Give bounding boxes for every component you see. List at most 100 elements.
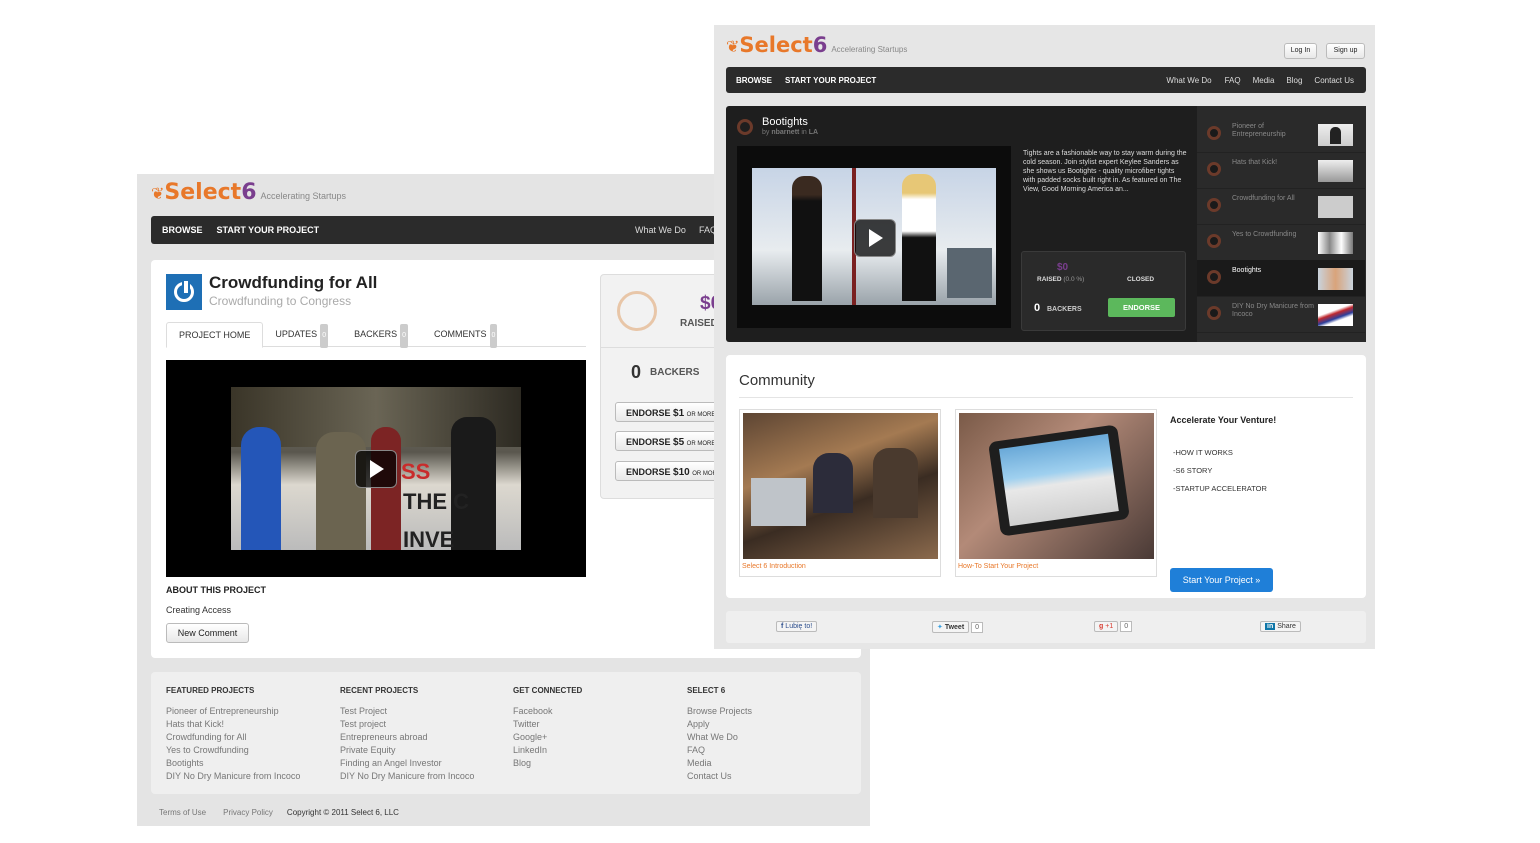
- featured-video[interactable]: [737, 146, 1011, 328]
- footer-link[interactable]: Google+: [513, 731, 582, 744]
- intro-video-card[interactable]: Select 6 Introduction: [739, 409, 941, 577]
- select6-logo[interactable]: ❦ Select 6 Accelerating Startups: [151, 180, 346, 205]
- footer-link[interactable]: Test Project: [340, 705, 474, 718]
- footer-link[interactable]: Finding an Angel Investor: [340, 757, 474, 770]
- community-panel: Community Select 6 Introduction How-To S…: [726, 355, 1366, 598]
- progress-ring: [737, 119, 753, 135]
- side-project-item[interactable]: Hats that Kick!: [1197, 152, 1365, 189]
- nav-faq[interactable]: FAQ: [1225, 76, 1241, 85]
- footer-link[interactable]: Media: [687, 757, 752, 770]
- featured-title[interactable]: Bootights: [762, 116, 808, 128]
- logo-text: Select: [739, 33, 813, 57]
- footer-link[interactable]: Private Equity: [340, 744, 474, 757]
- raised-label: RAISED: [1037, 276, 1062, 283]
- tweet-button[interactable]: ✦ Tweet: [932, 621, 970, 633]
- new-comment-button[interactable]: New Comment: [166, 623, 249, 643]
- privacy-link[interactable]: Privacy Policy: [223, 808, 273, 817]
- progress-ring: [1207, 162, 1221, 176]
- project-video[interactable]: SS THE C INVE: [166, 360, 586, 577]
- endorse-button[interactable]: ENDORSE: [1108, 298, 1175, 317]
- side-project-title: Yes to Crowdfunding: [1232, 231, 1297, 238]
- byline-location[interactable]: LA: [809, 129, 818, 136]
- footer-link[interactable]: FAQ: [687, 744, 752, 757]
- logo-text: Select: [164, 180, 242, 205]
- nav-start-project[interactable]: START YOUR PROJECT: [217, 225, 320, 235]
- tweet-widget[interactable]: ✦ Tweet 0: [932, 621, 984, 635]
- video-person: [873, 448, 918, 518]
- backers-label: BACKERS: [650, 367, 700, 378]
- footer-link[interactable]: Yes to Crowdfunding: [166, 744, 300, 757]
- s6-story-link[interactable]: -S6 STORY: [1173, 462, 1267, 480]
- linkedin-share-button[interactable]: in Share: [1260, 621, 1301, 632]
- wing-icon: ❦: [726, 37, 740, 56]
- tab-backers[interactable]: BACKERS 0: [340, 322, 420, 348]
- nav-browse[interactable]: BROWSE: [162, 225, 203, 235]
- footer-link[interactable]: Test project: [340, 718, 474, 731]
- footer-link[interactable]: Browse Projects: [687, 705, 752, 718]
- footer-get-connected: GET CONNECTED Facebook Twitter Google+ L…: [513, 686, 582, 770]
- linkedin-share[interactable]: in Share: [1260, 621, 1301, 635]
- startup-accelerator-link[interactable]: -STARTUP ACCELERATOR: [1173, 480, 1267, 498]
- footer-link[interactable]: What We Do: [687, 731, 752, 744]
- footer-heading: GET CONNECTED: [513, 686, 583, 695]
- select6-logo[interactable]: ❦ Select 6 Accelerating Startups: [726, 33, 907, 57]
- nav-browse[interactable]: BROWSE: [736, 76, 772, 85]
- byline-user[interactable]: nbarnett: [771, 129, 799, 136]
- side-project-item[interactable]: Yes to Crowdfunding: [1197, 224, 1365, 261]
- footer-link[interactable]: Hats that Kick!: [166, 718, 300, 731]
- footer-link[interactable]: Crowdfunding for All: [166, 731, 300, 744]
- nav-contact-us[interactable]: Contact Us: [1314, 76, 1354, 85]
- tab-updates[interactable]: UPDATES 0: [263, 322, 340, 348]
- side-project-thumbnail: [1318, 196, 1353, 218]
- start-project-button[interactable]: Start Your Project »: [1170, 568, 1273, 592]
- login-button[interactable]: Log In: [1284, 43, 1317, 59]
- tablet-screen: [999, 433, 1119, 527]
- side-project-item[interactable]: Crowdfunding for All: [1197, 188, 1365, 225]
- video-model-2: [902, 174, 936, 301]
- play-icon[interactable]: [355, 450, 397, 488]
- howto-video-caption[interactable]: How-To Start Your Project: [958, 563, 1038, 570]
- footer-link[interactable]: Twitter: [513, 718, 582, 731]
- nav-what-we-do[interactable]: What We Do: [635, 225, 686, 235]
- endorse-label: ENDORSE: [626, 467, 671, 477]
- play-icon[interactable]: [854, 219, 896, 257]
- facebook-like-button[interactable]: f Lubię to!: [776, 621, 818, 632]
- footer-link[interactable]: Apply: [687, 718, 752, 731]
- tab-count: 0: [400, 324, 409, 348]
- howto-video-card[interactable]: How-To Start Your Project: [955, 409, 1157, 577]
- tab-count: 0: [320, 324, 329, 348]
- intro-video-caption[interactable]: Select 6 Introduction: [742, 563, 806, 570]
- side-project-item[interactable]: DIY No Dry Manicure from Incoco: [1197, 296, 1365, 333]
- footer-link[interactable]: DIY No Dry Manicure from Incoco: [340, 770, 474, 783]
- nav-what-we-do[interactable]: What We Do: [1166, 76, 1211, 85]
- facebook-like[interactable]: f Lubię to!: [776, 621, 818, 635]
- side-project-item[interactable]: Bootights: [1197, 260, 1365, 297]
- footer-link[interactable]: Blog: [513, 757, 582, 770]
- project-title: Crowdfunding for All: [209, 273, 378, 292]
- footer-link[interactable]: Facebook: [513, 705, 582, 718]
- endorse-suffix: OR MORE: [686, 412, 716, 418]
- side-project-title: Hats that Kick!: [1232, 159, 1278, 166]
- select6-home-window: ❦ Select 6 Accelerating Startups Log In …: [714, 25, 1375, 649]
- footer-link[interactable]: Entrepreneurs abroad: [340, 731, 474, 744]
- side-project-item[interactable]: Pioneer of Entrepreneurship: [1197, 116, 1365, 153]
- terms-link[interactable]: Terms of Use: [159, 808, 206, 817]
- footer-link[interactable]: Contact Us: [687, 770, 752, 783]
- how-it-works-link[interactable]: -HOW IT WORKS: [1173, 444, 1267, 462]
- footer-link[interactable]: LinkedIn: [513, 744, 582, 757]
- laptop-icon: [751, 478, 806, 526]
- signup-button[interactable]: Sign up: [1326, 43, 1365, 59]
- linkedin-icon: in: [1265, 623, 1276, 630]
- nav-media[interactable]: Media: [1253, 76, 1275, 85]
- gplus-widget[interactable]: g +1 0: [1094, 621, 1133, 635]
- nav-start-project[interactable]: START YOUR PROJECT: [785, 76, 876, 85]
- tab-project-home[interactable]: PROJECT HOME: [166, 322, 264, 348]
- nav-blog[interactable]: Blog: [1286, 76, 1302, 85]
- footer-link[interactable]: DIY No Dry Manicure from Incoco: [166, 770, 300, 783]
- endorse-amount: $1: [673, 408, 685, 419]
- featured-project-panel: Bootights by nbarnett in LA Tights are a…: [726, 106, 1366, 342]
- footer-link[interactable]: Bootights: [166, 757, 300, 770]
- tab-comments[interactable]: COMMENTS 0: [420, 322, 509, 348]
- gplus-button[interactable]: g +1: [1094, 621, 1119, 632]
- footer-link[interactable]: Pioneer of Entrepreneurship: [166, 705, 300, 718]
